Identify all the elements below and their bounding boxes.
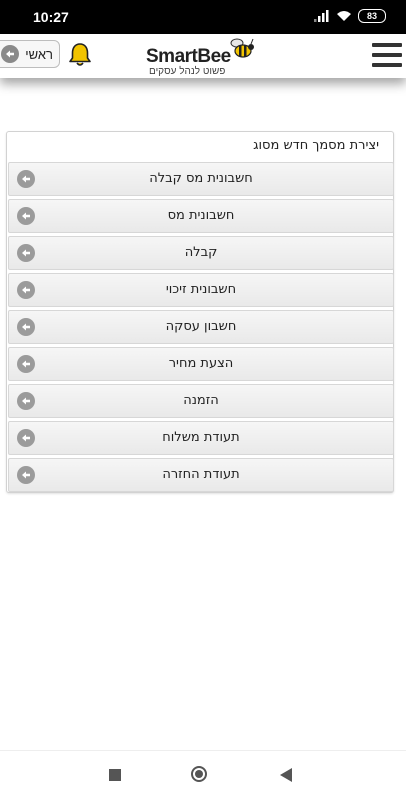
logo: SmartBee פשוט לנהל עסקים	[146, 37, 256, 77]
doc-item-label: תעודת משלוח	[162, 430, 240, 445]
doc-item-return-note[interactable]: תעודת החזרה	[8, 458, 394, 492]
doc-item-transaction-account[interactable]: חשבון עסקה	[8, 310, 394, 344]
home-button-label: ראשי	[25, 46, 53, 62]
doc-item-order[interactable]: הזמנה	[8, 384, 394, 418]
bell-icon[interactable]	[68, 42, 92, 68]
doc-item-tax-invoice[interactable]: חשבונית מס	[8, 199, 394, 233]
doc-item-tax-invoice-receipt[interactable]: חשבונית מס קבלה	[8, 162, 394, 196]
doc-item-label: הצעת מחיר	[168, 356, 234, 371]
doc-item-label: קבלה	[184, 245, 218, 260]
doc-item-price-quote[interactable]: הצעת מחיר	[8, 347, 394, 381]
wifi-icon	[337, 11, 351, 21]
panel-title: יצירת מסמך חדש מסוג	[253, 138, 379, 153]
status-time: 10:27	[33, 9, 69, 25]
logo-tagline: פשוט לנהל עסקים	[149, 66, 226, 77]
hamburger-menu-icon[interactable]	[372, 43, 402, 67]
doc-item-label: הזמנה	[183, 393, 219, 408]
status-bar: 10:27 83	[0, 0, 406, 34]
app-header: ראשי SmartBee פשוט לנהל עסקים	[0, 34, 406, 78]
home-button[interactable]: ראשי	[0, 40, 60, 68]
doc-item-label: תעודת החזרה	[162, 467, 240, 482]
logo-brand: SmartBee	[146, 46, 231, 67]
doc-item-label: חשבונית מס קבלה	[149, 171, 253, 186]
back-triangle-icon[interactable]	[280, 768, 292, 782]
recent-apps-icon[interactable]	[109, 769, 121, 781]
doc-item-delivery-note[interactable]: תעודת משלוח	[8, 421, 394, 455]
signal-icon	[314, 10, 329, 22]
bee-icon	[230, 38, 254, 58]
battery-indicator: 83	[358, 9, 386, 23]
status-icons: 83	[314, 9, 386, 23]
doc-item-label: חשבונית זיכוי	[165, 282, 237, 297]
home-circle-icon[interactable]	[191, 766, 207, 782]
doc-item-receipt[interactable]: קבלה	[8, 236, 394, 270]
back-arrow-icon	[1, 45, 20, 63]
doc-item-label: חשבון עסקה	[165, 319, 237, 334]
document-type-list: חשבונית מס קבלה חשבונית מס קבלה חשבונית …	[8, 162, 394, 495]
doc-item-label: חשבונית מס	[167, 208, 235, 223]
system-nav-bar	[0, 750, 406, 801]
new-document-panel: יצירת מסמך חדש מסוג חשבונית מס קבלה חשבו…	[6, 131, 394, 493]
doc-item-credit-invoice[interactable]: חשבונית זיכוי	[8, 273, 394, 307]
